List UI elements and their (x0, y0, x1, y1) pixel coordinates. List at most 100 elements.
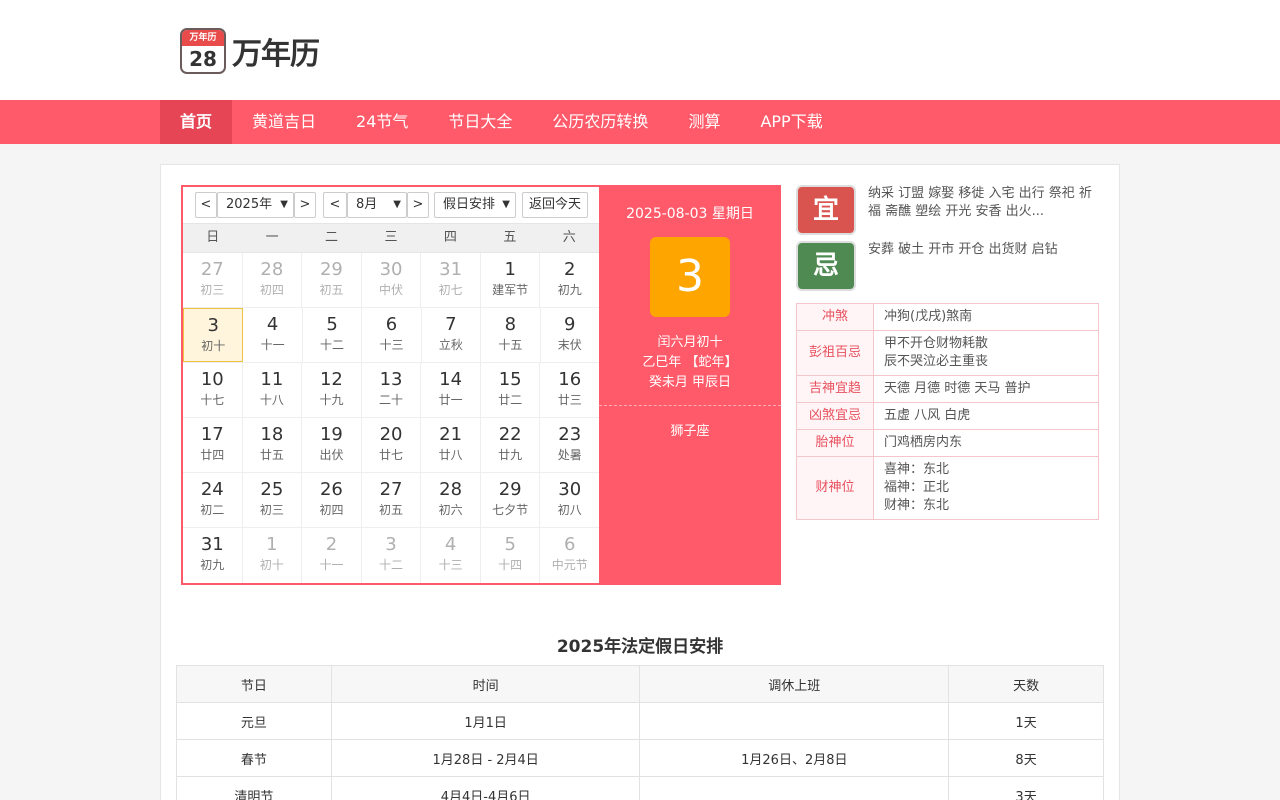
calendar-day-cell[interactable]: 31 初九 (183, 528, 243, 583)
calendar-day-cell[interactable]: 25 初三 (243, 473, 303, 527)
calendar-day-cell[interactable]: 2 十一 (302, 528, 362, 583)
calendar-day-cell[interactable]: 4 十三 (421, 528, 481, 583)
day-lunar-label: 末伏 (557, 338, 582, 352)
day-number: 1 (504, 259, 516, 280)
holiday-column-header: 调休上班 (639, 665, 950, 703)
calendar-day-cell[interactable]: 14 廿一 (421, 363, 481, 417)
calendar-day-cell[interactable]: 13 二十 (362, 363, 422, 417)
month-select[interactable]: 8月 ▼ (347, 192, 407, 218)
lunar-year: 乙巳年 【蛇年】 (642, 355, 738, 370)
calendar-day-cell[interactable]: 24 初二 (183, 473, 243, 527)
site-name: 万年历 (232, 37, 320, 72)
weekday-label: 四 (443, 230, 457, 245)
calendar-day-cell[interactable]: 6 中元节 (540, 528, 599, 583)
lunar-date: 闰六月初十 (657, 335, 723, 350)
calendar-day-cell[interactable]: 1 建军节 (481, 253, 541, 307)
calendar-day-cell[interactable]: 21 廿八 (421, 418, 481, 472)
calendar-day-cell[interactable]: 28 初六 (421, 473, 481, 527)
chevron-down-icon: ▼ (393, 199, 401, 210)
calendar-day-cell[interactable]: 6 十三 (362, 308, 422, 362)
calendar-day-cell[interactable]: 3 十二 (362, 528, 422, 583)
calendar-day-cell[interactable]: 1 初十 (243, 528, 303, 583)
weekday-label: 一 (265, 230, 279, 245)
calendar-day-cell[interactable]: 19 出伏 (302, 418, 362, 472)
calendar-day-cell[interactable]: 30 初八 (540, 473, 599, 527)
calendar-day-cell[interactable]: 9 末伏 (541, 308, 599, 362)
day-number: 7 (445, 314, 457, 335)
day-number: 14 (439, 369, 463, 390)
calendar-day-cell[interactable]: 5 十二 (303, 308, 363, 362)
day-lunar-label: 十三 (379, 338, 404, 352)
nav-item[interactable]: 黄道吉日 (232, 100, 336, 144)
calendar-day-cell[interactable]: 29 七夕节 (481, 473, 541, 527)
almanac-info-key: 凶煞宜忌 (796, 402, 874, 430)
nav-item[interactable]: 公历农历转换 (532, 100, 668, 144)
calendar-day-cell[interactable]: 31 初七 (421, 253, 481, 307)
calendar-day-cell[interactable]: 2 初九 (540, 253, 599, 307)
day-number: 15 (498, 369, 522, 390)
day-lunar-label: 七夕节 (492, 503, 529, 517)
calendar-day-cell[interactable]: 16 廿三 (540, 363, 599, 417)
day-lunar-label: 初十 (259, 558, 284, 572)
calendar-day-cell[interactable]: 15 廿二 (481, 363, 541, 417)
holiday-header-row: 节日 时间 调休上班 天数 (176, 665, 1104, 703)
year-select[interactable]: 2025年 ▼ (217, 192, 294, 218)
logo-icon-top-text: 万年历 (182, 30, 224, 46)
day-number: 22 (498, 424, 522, 445)
almanac-info-table: 冲煞 冲狗(戊戌)煞南 彭祖百忌 甲不开仓财物耗散 辰不哭泣必主重丧 吉神宜趋 天德 月德 … (796, 303, 1099, 520)
next-month-button[interactable]: > (407, 192, 429, 218)
calendar-day-cell[interactable]: 10 十七 (183, 363, 243, 417)
holiday-select-value: 假日安排 (443, 197, 496, 212)
almanac-info-key: 胎神位 (796, 429, 874, 457)
calendar-day-cell[interactable]: 4 十一 (243, 308, 303, 362)
calendar-week-row: 17 廿四 18 廿五 19 出伏 20 廿七 21 廿八 22 廿九 23 处暑 (183, 418, 599, 473)
calendar-day-cell[interactable]: 20 廿七 (362, 418, 422, 472)
day-number: 4 (266, 314, 279, 335)
calendar-day-cell[interactable]: 30 中伏 (362, 253, 422, 307)
nav-item[interactable]: 24节气 (336, 100, 428, 144)
day-lunar-label: 十九 (319, 393, 344, 407)
calendar-day-cell[interactable]: 7 立秋 (422, 308, 482, 362)
calendar-day-cell[interactable]: 23 处暑 (540, 418, 599, 472)
almanac-info-key: 彭祖百忌 (796, 330, 874, 376)
day-lunar-label: 立秋 (438, 338, 463, 352)
nav-item[interactable]: 首页 (160, 100, 233, 144)
calendar-day-cell[interactable]: 22 廿九 (481, 418, 541, 472)
calendar-day-cell[interactable]: 5 十四 (481, 528, 541, 583)
calendar-day-cell[interactable]: 28 初四 (243, 253, 303, 307)
nav-item[interactable]: 节日大全 (428, 100, 532, 144)
back-to-today-button[interactable]: 返回今天 (522, 192, 588, 218)
prev-month-button[interactable]: < (323, 192, 347, 218)
day-number: 29 (498, 479, 522, 500)
almanac-info-line: 辰不哭泣必主重丧 (884, 354, 989, 369)
calendar-day-cell[interactable]: 12 十九 (302, 363, 362, 417)
weekday-label: 日 (206, 230, 220, 245)
day-number: 27 (379, 479, 403, 500)
nav-item[interactable]: APP下载 (740, 100, 842, 144)
calendar-day-cell[interactable]: 11 十八 (243, 363, 303, 417)
next-year-button[interactable]: > (294, 192, 316, 218)
holiday-select[interactable]: 假日安排 ▼ (434, 192, 516, 218)
calendar-toolbar: < 2025年 ▼ > < 8月 ▼ > 假日安排 ▼ 返回今天 (183, 187, 599, 223)
weekday-label: 五 (503, 230, 517, 245)
calendar-day-cell[interactable]: 26 初四 (302, 473, 362, 527)
holiday-cell: 8天 (948, 739, 1104, 777)
day-number: 3 (207, 315, 219, 336)
calendar-day-cell[interactable]: 17 廿四 (183, 418, 243, 472)
day-lunar-label: 二十 (379, 393, 404, 407)
holiday-schedule-table: 节日 时间 调休上班 天数 元旦 1月1日 1天 春节 1月28日 - 2月4日 1月26日、2月… (176, 665, 1104, 800)
calendar-day-cell[interactable]: 18 廿五 (243, 418, 303, 472)
prev-year-button[interactable]: < (195, 192, 217, 218)
calendar-day-cell[interactable]: 8 十五 (481, 308, 541, 362)
nav-item[interactable]: 测算 (668, 100, 740, 144)
site-logo[interactable]: 万年历 28 万年历 (180, 28, 320, 74)
day-number: 12 (319, 369, 343, 390)
day-number: 11 (260, 369, 284, 390)
calendar-day-cell[interactable]: 3 初十 (183, 308, 244, 362)
calendar-week-row: 31 初九 1 初十 2 十一 3 十二 4 十三 5 十四 6 中元节 (183, 528, 599, 583)
almanac-info-value: 甲不开仓财物耗散 辰不哭泣必主重丧 (873, 330, 1099, 376)
calendar-week-row: 27 初三 28 初四 29 初五 30 中伏 31 初七 1 建军节 2 初九 (183, 253, 599, 308)
calendar-day-cell[interactable]: 27 初五 (362, 473, 422, 527)
calendar-day-cell[interactable]: 29 初五 (302, 253, 362, 307)
calendar-day-cell[interactable]: 27 初三 (183, 253, 243, 307)
